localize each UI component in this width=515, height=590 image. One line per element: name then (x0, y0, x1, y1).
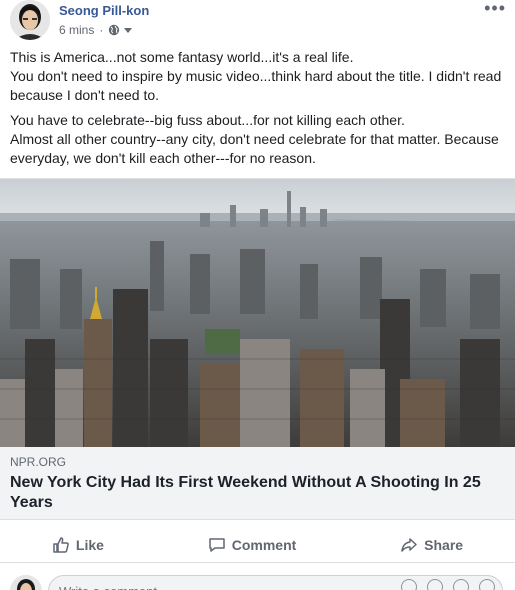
commenter-avatar[interactable] (10, 575, 42, 590)
post-line: You don't need to inspire by music video… (10, 68, 502, 103)
speech-bubble-icon (209, 537, 225, 552)
post-line: This is America...not some fantasy world… (10, 49, 354, 65)
link-preview-image[interactable] (0, 179, 515, 447)
globe-icon[interactable] (108, 24, 120, 36)
comment-tools (401, 579, 495, 590)
author-avatar[interactable] (10, 0, 50, 40)
comment-label: Comment (231, 536, 297, 553)
caret-down-icon[interactable] (124, 26, 133, 34)
post-timestamp[interactable]: 6 mins (59, 23, 94, 37)
avatar-photo-icon (10, 0, 50, 40)
share-button[interactable]: Share (388, 530, 475, 560)
comment-button[interactable]: Comment (196, 530, 309, 560)
meta-separator: · (99, 23, 104, 37)
gif-icon[interactable] (453, 579, 469, 590)
emoji-icon[interactable] (401, 579, 417, 590)
comment-composer (0, 571, 515, 590)
post-header: Seong Pill-kon 6 mins · ••• (0, 0, 515, 44)
post-actions-bar: Like Comment Share (0, 527, 515, 563)
link-headline[interactable]: New York City Had Its First Weekend With… (10, 473, 500, 513)
share-arrow-icon (401, 537, 417, 552)
city-skyline-photo (0, 179, 515, 447)
facebook-post: Seong Pill-kon 6 mins · ••• This is Amer… (0, 0, 515, 590)
link-preview-card[interactable]: NPR.ORG New York City Had Its First Week… (0, 178, 515, 520)
post-line: Almost all other country--any city, don'… (10, 131, 499, 166)
post-paragraph-2: You have to celebrate--big fuss about...… (10, 111, 505, 168)
post-line: You have to celebrate--big fuss about...… (10, 112, 405, 128)
share-label: Share (424, 536, 464, 553)
post-paragraph-1: This is America...not some fantasy world… (10, 48, 505, 105)
thumbs-up-icon (53, 536, 69, 553)
author-name[interactable]: Seong Pill-kon (59, 3, 149, 18)
more-options-button[interactable]: ••• (484, 0, 506, 17)
avatar-photo-icon (10, 575, 42, 590)
link-source-domain: NPR.ORG (10, 455, 67, 469)
like-label: Like (75, 536, 104, 553)
post-meta: 6 mins · (59, 23, 133, 37)
like-button[interactable]: Like (40, 530, 116, 560)
sticker-icon[interactable] (479, 579, 495, 590)
camera-icon[interactable] (427, 579, 443, 590)
post-text: This is America...not some fantasy world… (10, 48, 505, 174)
